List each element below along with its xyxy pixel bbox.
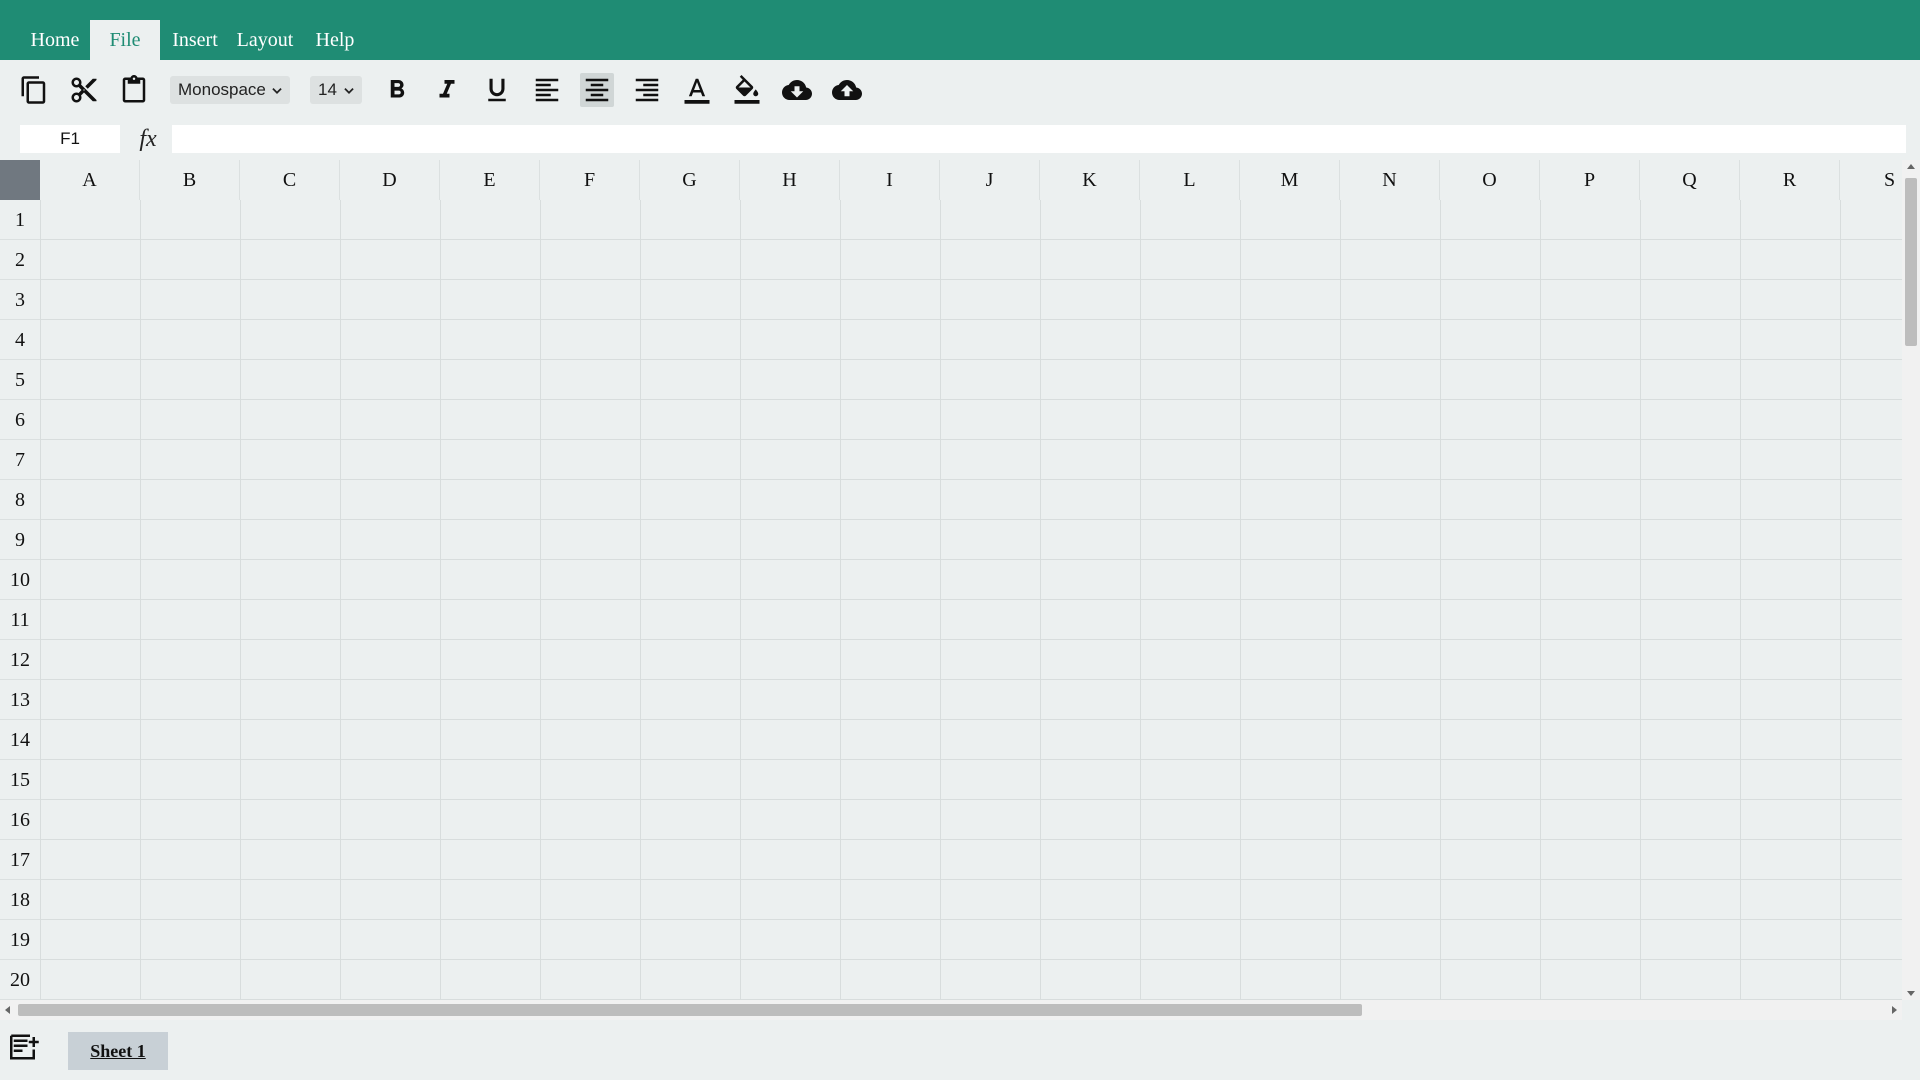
- row-header-1[interactable]: 1: [0, 200, 40, 240]
- scroll-right-icon[interactable]: [1892, 1006, 1897, 1014]
- text-color-icon: [684, 78, 710, 104]
- menu-help[interactable]: Help: [305, 20, 365, 60]
- font-family-value: Monospace: [178, 80, 266, 99]
- row-header-2[interactable]: 2: [0, 240, 40, 280]
- horizontal-scroll-thumb[interactable]: [18, 1004, 1362, 1016]
- row-header-10[interactable]: 10: [0, 560, 40, 600]
- row-header-14[interactable]: 14: [0, 720, 40, 760]
- fill-color-icon: [734, 75, 760, 104]
- row-header-15[interactable]: 15: [0, 760, 40, 800]
- row-header-13[interactable]: 13: [0, 680, 40, 720]
- bold-icon: [390, 80, 405, 98]
- column-header-n[interactable]: N: [1340, 160, 1440, 200]
- sheet-tab-1[interactable]: Sheet 1: [68, 1032, 168, 1070]
- row-header-3[interactable]: 3: [0, 280, 40, 320]
- select-all-corner[interactable]: [0, 160, 40, 200]
- align-left-icon: [535, 78, 559, 102]
- align-right-icon: [635, 78, 659, 102]
- row-header-7[interactable]: 7: [0, 440, 40, 480]
- menu-bar: Home File Insert Layout Help: [0, 0, 1920, 60]
- scroll-left-icon[interactable]: [5, 1006, 10, 1014]
- cut-icon: [71, 77, 97, 103]
- row-header-20[interactable]: 20: [0, 960, 40, 1000]
- cut-button[interactable]: [67, 73, 101, 107]
- formula-bar: F1 fx: [0, 120, 1920, 160]
- function-icon: fx: [139, 126, 157, 152]
- column-header-r[interactable]: R: [1740, 160, 1840, 200]
- text-color-button[interactable]: [680, 73, 714, 107]
- column-header-h[interactable]: H: [740, 160, 840, 200]
- menu-file[interactable]: File: [90, 20, 160, 60]
- row-header-11[interactable]: 11: [0, 600, 40, 640]
- menu-home[interactable]: Home: [20, 20, 90, 60]
- vertical-scrollbar[interactable]: [1902, 160, 1920, 1000]
- font-family-select[interactable]: Monospace: [170, 76, 290, 104]
- toolbar: Monospace 14: [0, 60, 1920, 120]
- sheet-bar: Sheet 1: [0, 1020, 1920, 1080]
- row-header-6[interactable]: 6: [0, 400, 40, 440]
- align-right-button[interactable]: [630, 73, 664, 107]
- column-header-o[interactable]: O: [1440, 160, 1540, 200]
- cell-area[interactable]: [40, 200, 1902, 1000]
- spreadsheet-grid: ABCDEFGHIJKLMNOPQRS 1 2 3 4 5 6 7 8 9 10 11 12 13 14 1…: [0, 160, 1902, 1000]
- row-header-12[interactable]: 12: [0, 640, 40, 680]
- font-size-value: 14: [318, 80, 337, 99]
- row-header-5[interactable]: 5: [0, 360, 40, 400]
- row-header-16[interactable]: 16: [0, 800, 40, 840]
- spreadsheet-app: Home File Insert Layout Help Monospace 1…: [0, 0, 1920, 1080]
- paste-icon: [122, 75, 146, 103]
- column-header-e[interactable]: E: [440, 160, 540, 200]
- paste-button[interactable]: [117, 73, 151, 107]
- column-header-k[interactable]: K: [1040, 160, 1140, 200]
- row-header-8[interactable]: 8: [0, 480, 40, 520]
- align-left-button[interactable]: [530, 73, 564, 107]
- upload-button[interactable]: [830, 73, 864, 107]
- column-header-m[interactable]: M: [1240, 160, 1340, 200]
- column-header-a[interactable]: A: [40, 160, 140, 200]
- align-center-icon: [585, 78, 609, 102]
- column-header-s[interactable]: S: [1840, 160, 1902, 200]
- column-header-c[interactable]: C: [240, 160, 340, 200]
- column-header-p[interactable]: P: [1540, 160, 1640, 200]
- column-header-q[interactable]: Q: [1640, 160, 1740, 200]
- scroll-down-icon[interactable]: [1907, 991, 1915, 996]
- fill-color-button[interactable]: [730, 73, 764, 107]
- cell-reference-box[interactable]: F1: [20, 125, 120, 153]
- italic-button[interactable]: [430, 73, 464, 107]
- column-header-i[interactable]: I: [840, 160, 940, 200]
- row-header-9[interactable]: 9: [0, 520, 40, 560]
- column-header-l[interactable]: L: [1140, 160, 1240, 200]
- row-header-18[interactable]: 18: [0, 880, 40, 920]
- add-sheet-button[interactable]: [10, 1032, 40, 1062]
- download-button[interactable]: [780, 73, 814, 107]
- chevron-down-icon: [272, 88, 282, 94]
- column-header-d[interactable]: D: [340, 160, 440, 200]
- chevron-down-icon: [344, 88, 354, 94]
- row-header-4[interactable]: 4: [0, 320, 40, 360]
- download-icon: [782, 80, 812, 100]
- italic-icon: [439, 80, 455, 98]
- formula-input[interactable]: [172, 125, 1906, 153]
- scroll-up-icon[interactable]: [1907, 164, 1915, 169]
- vertical-scroll-thumb[interactable]: [1905, 178, 1917, 346]
- copy-icon: [21, 76, 46, 104]
- row-header-19[interactable]: 19: [0, 920, 40, 960]
- column-header-j[interactable]: J: [940, 160, 1040, 200]
- underline-button[interactable]: [480, 73, 514, 107]
- align-center-button[interactable]: [580, 73, 614, 107]
- font-size-select[interactable]: 14: [310, 76, 362, 104]
- upload-icon: [832, 80, 862, 100]
- menu-layout[interactable]: Layout: [230, 20, 300, 60]
- underline-icon: [488, 78, 506, 102]
- menu-insert[interactable]: Insert: [165, 20, 225, 60]
- column-header-g[interactable]: G: [640, 160, 740, 200]
- bold-button[interactable]: [380, 73, 414, 107]
- column-header-b[interactable]: B: [140, 160, 240, 200]
- add-sheet-icon: [10, 1034, 39, 1060]
- horizontal-scrollbar[interactable]: [0, 1000, 1902, 1020]
- row-header-17[interactable]: 17: [0, 840, 40, 880]
- copy-button[interactable]: [17, 73, 51, 107]
- column-header-f[interactable]: F: [540, 160, 640, 200]
